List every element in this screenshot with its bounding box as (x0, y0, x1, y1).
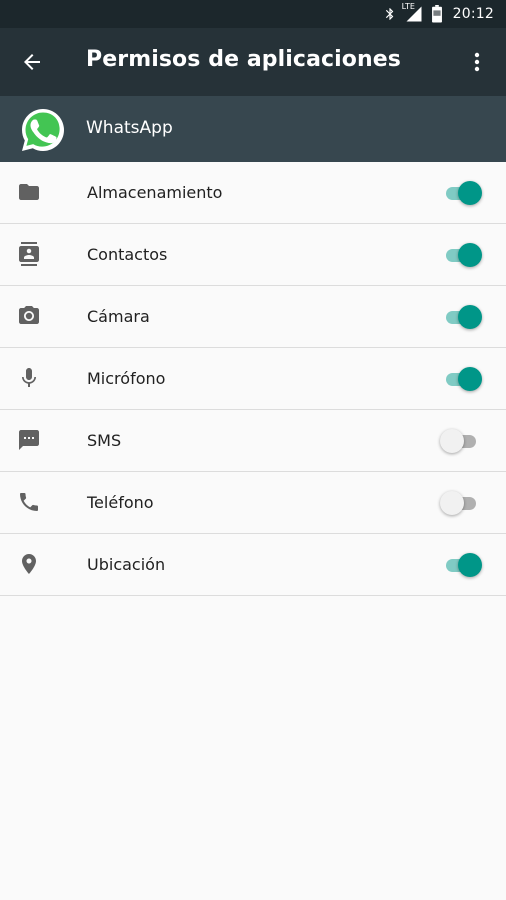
permission-row-camera[interactable]: Cámara (0, 286, 506, 348)
permission-toggle[interactable] (440, 180, 484, 206)
permission-row-contacts[interactable]: Contactos (0, 224, 506, 286)
app-name: WhatsApp (86, 118, 173, 138)
permission-label: Almacenamiento (87, 183, 223, 202)
permission-row-microphone[interactable]: Micrófono (0, 348, 506, 410)
whatsapp-icon (19, 106, 67, 154)
permission-label: SMS (87, 431, 122, 450)
signal-icon: LTE (401, 2, 423, 23)
network-label: LTE (401, 2, 415, 11)
permission-row-sms[interactable]: SMS (0, 410, 506, 472)
folder-icon (17, 180, 41, 204)
permission-label: Cámara (87, 307, 150, 326)
toggle-thumb (458, 181, 482, 205)
app-header: WhatsApp (0, 96, 506, 162)
permission-toggle[interactable] (440, 490, 484, 516)
clock: 20:12 (452, 6, 494, 22)
permission-label: Micrófono (87, 369, 166, 388)
permissions-list: Almacenamiento Contactos Cámara Micrófon… (0, 162, 506, 596)
toggle-thumb (458, 243, 482, 267)
toggle-thumb (440, 491, 464, 515)
permission-label: Teléfono (87, 493, 154, 512)
permission-toggle[interactable] (440, 304, 484, 330)
microphone-icon (17, 366, 41, 390)
bluetooth-icon (383, 6, 397, 22)
toggle-thumb (440, 429, 464, 453)
permission-toggle[interactable] (440, 428, 484, 454)
permission-toggle[interactable] (440, 552, 484, 578)
permission-label: Contactos (87, 245, 168, 264)
location-icon (17, 552, 41, 576)
toggle-thumb (458, 553, 482, 577)
permission-row-location[interactable]: Ubicación (0, 534, 506, 596)
permission-label: Ubicación (87, 555, 166, 574)
permission-row-storage[interactable]: Almacenamiento (0, 162, 506, 224)
contacts-icon (17, 242, 41, 266)
camera-icon (17, 304, 41, 328)
sms-icon (17, 428, 41, 452)
permission-row-phone[interactable]: Teléfono (0, 472, 506, 534)
app-bar: Permisos de aplicaciones (0, 28, 506, 96)
status-bar: LTE 20:12 (0, 0, 506, 28)
toggle-thumb (458, 367, 482, 391)
permission-toggle[interactable] (440, 242, 484, 268)
arrow-back-icon[interactable] (20, 50, 44, 74)
toggle-thumb (458, 305, 482, 329)
more-vert-icon[interactable] (465, 50, 489, 74)
phone-icon (17, 490, 41, 514)
permission-toggle[interactable] (440, 366, 484, 392)
page-title: Permisos de aplicaciones (86, 47, 401, 72)
battery-icon (431, 5, 443, 23)
